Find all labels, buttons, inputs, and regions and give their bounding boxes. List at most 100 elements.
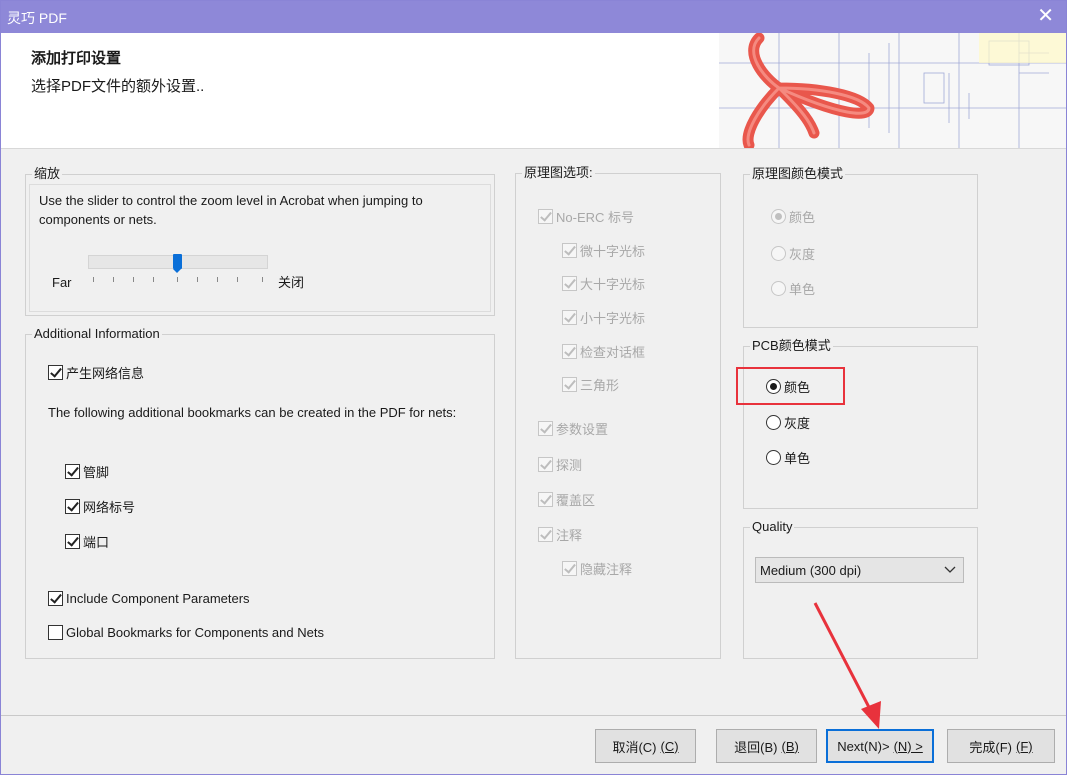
zoom-off-label: 关闭 — [278, 275, 305, 290]
checkbox-label: 产生网络信息 — [66, 365, 145, 381]
checkbox-checked-icon — [65, 463, 80, 479]
checkbox-label: Global Bookmarks for Components and Nets — [66, 624, 324, 640]
zoom-group-label: 缩放 — [32, 166, 63, 182]
slider-tick — [133, 277, 134, 282]
ports-checkbox[interactable]: 端口 — [65, 532, 109, 550]
generate-net-info-checkbox[interactable]: 产生网络信息 — [48, 363, 144, 381]
window-title: 灵巧 PDF — [7, 10, 67, 26]
quality-dropdown[interactable]: Medium (300 dpi) — [755, 557, 964, 583]
tiny-cross-cursor-checkbox[interactable]: 小十字光标 — [562, 308, 645, 326]
checkbox-checked-icon — [538, 526, 553, 542]
zoom-slider-thumb[interactable] — [173, 254, 182, 273]
checkbox-checked-icon — [65, 533, 80, 549]
back-button-label: 退回(B) — [734, 739, 778, 755]
checkbox-label: 覆盖区 — [556, 492, 596, 508]
schematic-color-radio[interactable]: 颜色 — [771, 207, 815, 225]
quality-selected-value: Medium (300 dpi) — [760, 563, 862, 578]
large-cross-cursor-checkbox[interactable]: 大十字光标 — [562, 274, 645, 292]
checkbox-label: 检查对话框 — [580, 344, 646, 360]
slider-tick — [237, 277, 238, 282]
checkbox-checked-icon — [562, 309, 577, 325]
radio-label: 单色 — [789, 281, 816, 297]
cancel-button-label: 取消(C) — [612, 739, 657, 755]
checkbox-checked-icon — [538, 456, 553, 472]
triangle-checkbox[interactable]: 三角形 — [562, 375, 619, 393]
next-shortcut: (N) > — [893, 738, 923, 754]
checkbox-label: 管脚 — [83, 464, 110, 480]
checkbox-label: 大十字光标 — [580, 276, 646, 292]
checkbox-label: 微十字光标 — [580, 243, 646, 259]
checkbox-checked-icon — [538, 208, 553, 224]
checkbox-label: 探测 — [556, 457, 583, 473]
radio-icon — [766, 449, 781, 465]
checkbox-checked-icon — [48, 590, 63, 606]
slider-tick — [262, 277, 263, 282]
slider-tick — [113, 277, 114, 282]
checkbox-label: No-ERC 标号 — [556, 209, 635, 225]
radio-label: 颜色 — [789, 209, 816, 225]
page-subtitle: 选择PDF文件的额外设置.. — [31, 78, 205, 95]
zoom-far-label: Far — [52, 275, 72, 290]
close-icon[interactable]: ✕ — [1037, 5, 1054, 27]
checkbox-checked-icon — [65, 498, 80, 514]
bookmarks-description: The following additional bookmarks can b… — [48, 405, 457, 420]
additional-info-label: Additional Information — [32, 326, 162, 342]
checkbox-checked-icon — [538, 420, 553, 436]
checkbox-checked-icon — [562, 376, 577, 392]
slider-tick — [217, 277, 218, 282]
param-settings-checkbox[interactable]: 参数设置 — [538, 419, 608, 437]
no-erc-checkbox[interactable]: No-ERC 标号 — [538, 207, 634, 225]
schematic-mono-radio[interactable]: 单色 — [771, 279, 815, 297]
radio-label: 灰度 — [789, 246, 816, 262]
back-shortcut: (B) — [781, 738, 799, 754]
slider-tick — [153, 277, 154, 282]
checkbox-checked-icon — [562, 275, 577, 291]
checkbox-label: 三角形 — [580, 377, 620, 393]
wizard-header: 添加打印设置 选择PDF文件的额外设置.. — [1, 33, 1066, 149]
global-bookmarks-checkbox[interactable]: Global Bookmarks for Components and Nets — [48, 623, 324, 641]
small-cross-cursor-checkbox[interactable]: 微十字光标 — [562, 241, 645, 259]
pcb-gray-radio[interactable]: 灰度 — [766, 413, 810, 431]
checkbox-label: 注释 — [556, 527, 583, 543]
checkbox-unchecked-icon — [48, 624, 63, 640]
notes-checkbox[interactable]: 注释 — [538, 525, 582, 543]
finish-button[interactable]: 完成(F) (F) — [947, 729, 1055, 763]
schematic-color-label: 原理图颜色模式 — [750, 166, 846, 182]
checkbox-label: 网络标号 — [83, 499, 136, 515]
check-dialog-checkbox[interactable]: 检查对话框 — [562, 342, 645, 360]
probes-checkbox[interactable]: 探测 — [538, 455, 582, 473]
radio-selected-icon — [771, 208, 786, 224]
next-button-label: Next(N)> — [837, 738, 890, 754]
checkbox-label: Include Component Parameters — [66, 590, 250, 606]
net-labels-checkbox[interactable]: 网络标号 — [65, 497, 135, 515]
slider-tick — [93, 277, 94, 282]
include-component-params-checkbox[interactable]: Include Component Parameters — [48, 589, 250, 607]
pdf-logo-banner-image — [719, 33, 1066, 148]
pcb-mono-radio[interactable]: 单色 — [766, 448, 810, 466]
checkbox-label: 小十字光标 — [580, 310, 646, 326]
covered-area-checkbox[interactable]: 覆盖区 — [538, 490, 595, 508]
checkbox-label: 隐藏注释 — [580, 561, 633, 577]
annotation-highlight-box — [736, 367, 845, 405]
page-title: 添加打印设置 — [31, 50, 122, 67]
cancel-button[interactable]: 取消(C) (C) — [595, 729, 696, 763]
checkbox-checked-icon — [562, 560, 577, 576]
radio-icon — [771, 280, 786, 296]
radio-icon — [771, 245, 786, 261]
cancel-shortcut: (C) — [660, 738, 679, 754]
checkbox-label: 参数设置 — [556, 421, 609, 437]
chevron-down-icon — [944, 566, 956, 573]
annotation-arrow-icon — [813, 602, 881, 729]
schematic-options-label: 原理图选项: — [522, 165, 595, 181]
zoom-description: Use the slider to control the zoom level… — [39, 193, 423, 227]
checkbox-checked-icon — [562, 242, 577, 258]
hidden-notes-checkbox[interactable]: 隐藏注释 — [562, 559, 632, 577]
pins-checkbox[interactable]: 管脚 — [65, 462, 109, 480]
slider-tick — [177, 277, 178, 282]
slider-tick — [197, 277, 198, 282]
radio-label: 灰度 — [784, 415, 811, 431]
checkbox-label: 端口 — [83, 534, 110, 550]
pcb-color-label: PCB颜色模式 — [750, 338, 833, 354]
schematic-gray-radio[interactable]: 灰度 — [771, 244, 815, 262]
radio-label: 单色 — [784, 450, 811, 466]
